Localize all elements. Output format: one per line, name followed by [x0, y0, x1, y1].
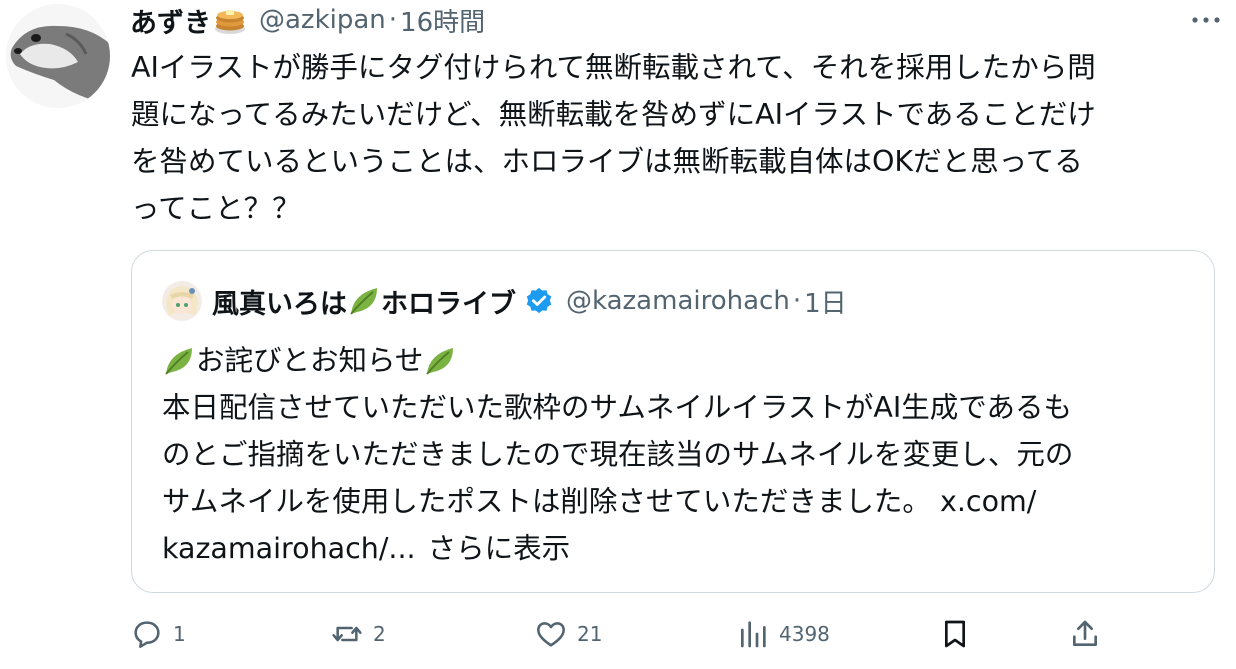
quoted-headline: お詫びとお知らせ: [162, 337, 1192, 384]
heart-icon: [537, 622, 565, 647]
reply-button[interactable]: 1: [131, 612, 186, 656]
pancakes-icon: [215, 10, 245, 34]
leaf-icon: [350, 288, 377, 315]
separator-dot: ·: [792, 286, 802, 316]
quoted-tweet[interactable]: 風真いろは ホロライブ @kazamairohach · 1日 お詫びとお知らせ: [131, 250, 1215, 593]
author-avatar[interactable]: [6, 4, 110, 108]
quoted-link-text[interactable]: kazamairohach/...: [162, 525, 416, 572]
tweet-text-line: 題になってるみたいだけど、無断転載を咎めずにAIイラストであることだけ: [131, 98, 1096, 131]
leaf-icon: [165, 347, 192, 375]
tweet-timestamp[interactable]: 16時間: [400, 2, 485, 39]
more-options-button[interactable]: [1186, 6, 1226, 34]
reply-icon: [134, 621, 160, 648]
quoted-text-line: のとご指摘をいただきましたので現在該当のサムネイルを変更し、元の: [162, 438, 1074, 471]
like-count: 21: [577, 622, 603, 646]
tweet-text-line: ってこと？？: [131, 192, 301, 225]
share-icon: [1073, 620, 1097, 646]
quoted-text-line: kazamairohach/... さらに表示: [162, 525, 1192, 572]
leaf-icon: [426, 347, 454, 375]
views-button[interactable]: 4398: [737, 612, 830, 656]
quoted-text-line: 本日配信させていただいた歌枠のサムネイルイラストがAI生成であるも: [162, 391, 1072, 424]
tweet: あずき @azkipan · 16時間 AIイラストが勝手にタグ付けられて無断転…: [0, 0, 1236, 669]
view-count: 4398: [779, 622, 830, 646]
quoted-author-avatar[interactable]: [162, 281, 202, 321]
verified-badge-icon: [526, 287, 552, 314]
views-chart-icon: [741, 621, 766, 648]
tweet-text: AIイラストが勝手にタグ付けられて無断転載されて、それを採用したから問 題になっ…: [131, 44, 1216, 232]
quoted-tweet-timestamp[interactable]: 1日: [804, 283, 847, 320]
quoted-author-org[interactable]: ホロライブ: [381, 282, 516, 321]
quoted-author-display-name[interactable]: 風真いろは: [212, 282, 347, 321]
quoted-tweet-text: お詫びとお知らせ 本日配信させていただいた歌枠のサムネイルイラストがAI生成であ…: [162, 337, 1192, 572]
action-bar: 1 2 21 4398: [131, 612, 1111, 656]
quoted-headline-text: お詫びとお知らせ: [196, 344, 424, 377]
repost-count: 2: [373, 622, 386, 646]
tweet-text-line: AIイラストが勝手にタグ付けられて無断転載されて、それを採用したから問: [131, 51, 1096, 84]
reply-count: 1: [173, 622, 186, 646]
bookmark-button[interactable]: [939, 612, 971, 656]
like-button[interactable]: 21: [535, 612, 602, 656]
separator-dot: ·: [388, 5, 398, 35]
quoted-author-handle[interactable]: @kazamairohach: [566, 286, 790, 316]
quoted-tweet-header: 風真いろは ホロライブ @kazamairohach · 1日: [162, 281, 847, 321]
bookmark-icon: [945, 620, 965, 648]
repost-button[interactable]: 2: [331, 612, 386, 656]
tweet-header: あずき @azkipan · 16時間: [130, 0, 485, 40]
author-handle[interactable]: @azkipan: [259, 5, 386, 35]
author-display-name[interactable]: あずき: [130, 1, 211, 40]
share-button[interactable]: [1069, 612, 1101, 656]
more-horizontal-icon: [1192, 17, 1220, 23]
quoted-text-line: サムネイルを使用したポストは削除させていただきました。 x.com/: [162, 485, 1037, 518]
show-more-link[interactable]: さらに表示: [428, 525, 571, 572]
tweet-text-line: を咎めているということは、ホロライブは無断転載自体はOKだと思ってる: [131, 145, 1083, 178]
repost-icon: [332, 626, 362, 642]
